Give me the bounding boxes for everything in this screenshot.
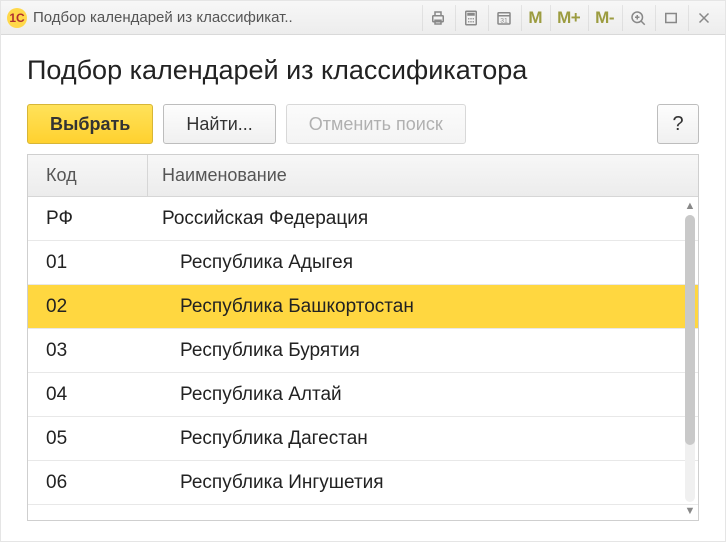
find-button[interactable]: Найти... — [163, 104, 275, 144]
titlebar: 1C Подбор календарей из классификат.. 31… — [1, 1, 725, 35]
column-header-code[interactable]: Код — [28, 155, 148, 196]
scroll-up-icon[interactable]: ▲ — [685, 199, 696, 213]
page-title: Подбор календарей из классификатора — [27, 55, 699, 86]
maximize-icon[interactable] — [655, 5, 686, 31]
cell-name: Российская Федерация — [148, 208, 698, 230]
window: 1C Подбор календарей из классификат.. 31… — [0, 0, 726, 542]
memory-mplus-button[interactable]: M+ — [550, 5, 586, 31]
cell-name: Республика Алтай — [148, 384, 698, 406]
cell-name: Республика Дагестан — [148, 428, 698, 450]
scroll-thumb[interactable] — [685, 215, 695, 445]
content: Подбор календарей из классификатора Выбр… — [1, 35, 725, 541]
table-row[interactable]: 04Республика Алтай — [28, 373, 698, 417]
cell-code: 03 — [28, 340, 148, 362]
toolbar: Выбрать Найти... Отменить поиск ? — [27, 104, 699, 144]
cell-code: 01 — [28, 252, 148, 274]
cell-name: Республика Бурятия — [148, 340, 698, 362]
table-row[interactable]: 01Республика Адыгея — [28, 241, 698, 285]
print-icon[interactable] — [422, 5, 453, 31]
cell-name: Республика Ингушетия — [148, 472, 698, 494]
cell-code: РФ — [28, 208, 148, 230]
cell-name: Республика Адыгея — [148, 252, 698, 274]
scroll-track[interactable] — [685, 215, 695, 502]
calculator-icon[interactable] — [455, 5, 486, 31]
grid-header: Код Наименование — [28, 155, 698, 197]
memory-mminus-button[interactable]: M- — [588, 5, 620, 31]
cancel-search-button[interactable]: Отменить поиск — [286, 104, 466, 144]
zoom-icon[interactable] — [622, 5, 653, 31]
grid: Код Наименование РФРоссийская Федерация0… — [27, 154, 699, 521]
scrollbar[interactable]: ▲ ▼ — [684, 199, 696, 518]
table-row[interactable]: РФРоссийская Федерация — [28, 197, 698, 241]
window-title: Подбор календарей из классификат.. — [33, 9, 293, 26]
cell-code: 04 — [28, 384, 148, 406]
memory-m-button[interactable]: M — [521, 5, 548, 31]
table-row[interactable]: 02Республика Башкортостан — [28, 285, 698, 329]
grid-body: РФРоссийская Федерация01Республика Адыге… — [28, 197, 698, 520]
table-row[interactable]: 03Республика Бурятия — [28, 329, 698, 373]
cell-code: 06 — [28, 472, 148, 494]
cell-code: 02 — [28, 296, 148, 318]
table-row[interactable]: 06Республика Ингушетия — [28, 461, 698, 505]
column-header-name[interactable]: Наименование — [148, 165, 698, 186]
close-icon[interactable] — [688, 5, 719, 31]
help-button[interactable]: ? — [657, 104, 699, 144]
scroll-down-icon[interactable]: ▼ — [685, 504, 696, 518]
titlebar-tools: 31 M M+ M- — [422, 5, 719, 31]
cell-name: Республика Башкортостан — [148, 296, 698, 318]
svg-text:31: 31 — [501, 17, 509, 24]
table-row[interactable]: 05Республика Дагестан — [28, 417, 698, 461]
app-icon: 1C — [7, 8, 27, 28]
calendar-icon[interactable]: 31 — [488, 5, 519, 31]
cell-code: 05 — [28, 428, 148, 450]
select-button[interactable]: Выбрать — [27, 104, 153, 144]
